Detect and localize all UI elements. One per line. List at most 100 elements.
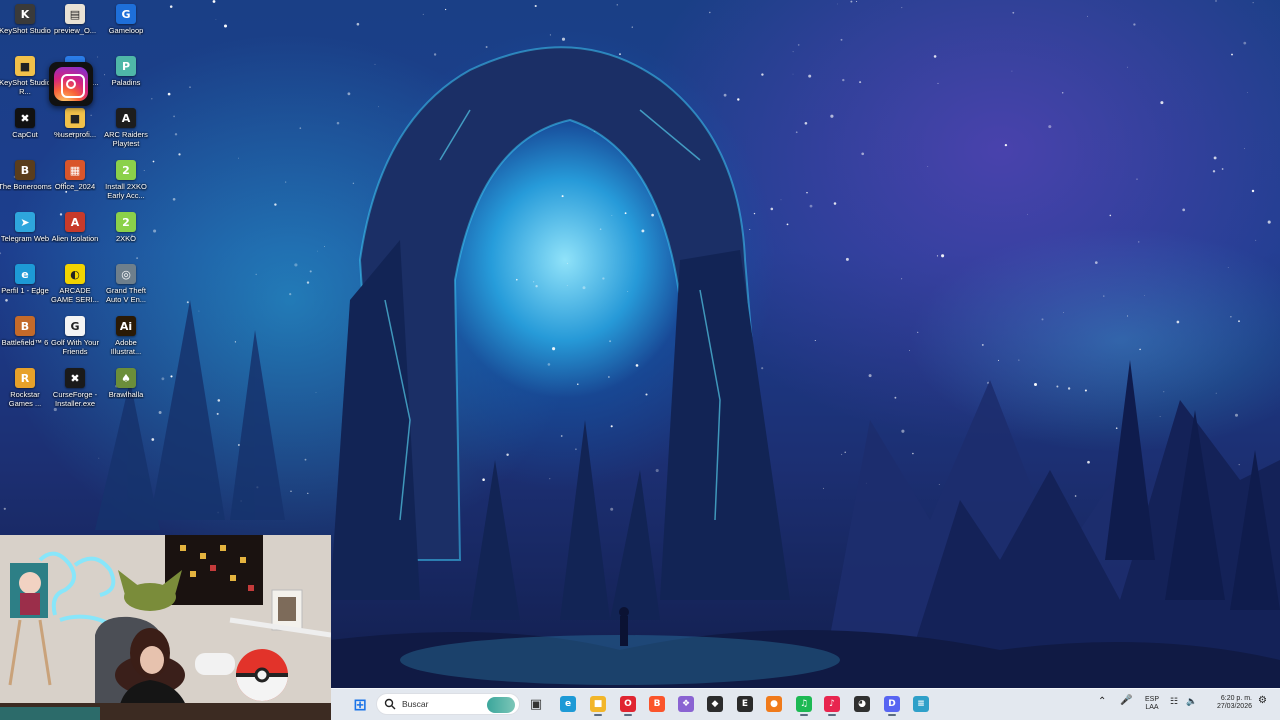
taskbar-start-button[interactable]: ⊞ [348, 692, 372, 716]
paladins-icon: P [116, 56, 136, 76]
tray-overflow-chevron-icon[interactable]: ⌃ [1098, 697, 1106, 707]
desktop-icon-label: Brawlhalla [108, 390, 144, 399]
tiktok-icon: ♪ [824, 696, 840, 712]
taskbar-opera-button[interactable]: O [616, 692, 640, 716]
brawlhalla-icon: ♠ [116, 368, 136, 388]
desktop-icon-keyshot-studio[interactable]: K KeyShot Studio [0, 4, 51, 54]
desktop-icon-the-bonerooms[interactable]: B The Bonerooms [0, 160, 52, 210]
instagram-icon[interactable] [49, 62, 93, 106]
userprofile-icon: ■ [65, 108, 85, 128]
taskbar-notepad-button[interactable]: ≡ [909, 692, 933, 716]
desktop-icon-capcut[interactable]: ✖ CapCut [0, 108, 50, 158]
webcam-feed [0, 535, 331, 720]
desktop-icon-arcade-game-series[interactable]: ◐ ARCADE GAME SERI... [50, 264, 100, 314]
clock[interactable]: 6:20 p. m. 27/03/2026 [1204, 695, 1252, 711]
desktop-icon-label: CapCut [12, 130, 38, 139]
preview-icon: ▤ [65, 4, 85, 24]
copilot-icon: ❖ [678, 696, 694, 712]
discord-icon: D [884, 696, 900, 712]
taskbar-app-cube-button[interactable]: ◆ [703, 692, 727, 716]
desktop-icon-label: Adobe Illustrat... [110, 338, 142, 356]
alien-isolation-icon: A [65, 212, 85, 232]
language-line1: ESP [1144, 696, 1159, 703]
opera-icon: O [620, 696, 636, 712]
edge-icon: e [560, 696, 576, 712]
taskbar-spotify-button[interactable]: ♫ [792, 692, 816, 716]
desktop-icon-label: Telegram Web [0, 234, 50, 243]
clock-date: 27/03/2026 [1216, 703, 1252, 710]
desktop-icon-keyshot-studio-r[interactable]: ■ KeyShot Studio R... [0, 56, 51, 106]
taskbar-tiktok-button[interactable]: ♪ [820, 692, 844, 716]
language-indicator[interactable]: ESP LAA [1142, 696, 1162, 712]
arcade-game-series-icon: ◐ [65, 264, 85, 284]
microphone-icon[interactable]: 🎤 [1120, 696, 1132, 706]
battlefield-6-icon: B [15, 316, 35, 336]
desktop-icon-perfil-edge[interactable]: e Perfil 1 - Edge [0, 264, 50, 314]
start-icon: ⊞ [353, 694, 367, 714]
epic-games-icon: E [737, 696, 753, 712]
arc-raiders-icon: A [116, 108, 136, 128]
adobe-illustrator-icon: Ai [116, 316, 136, 336]
desktop-icon-label: Golf With Your Friends [51, 338, 99, 356]
search-placeholder: Buscar [402, 699, 429, 709]
app-cube-icon: ◆ [707, 696, 723, 712]
desktop-icon-arc-raiders[interactable]: A ARC Raiders Playtest [101, 108, 151, 158]
golf-with-friends-icon: G [65, 316, 85, 336]
desktop-icon-label: preview_O... [53, 26, 97, 35]
desktop-icon-office-2024[interactable]: ▦ Office_2024 [50, 160, 100, 210]
desktop-icon-preview[interactable]: ▤ preview_O... [50, 4, 100, 54]
clock-time: 6:20 p. m. [1220, 695, 1252, 702]
desktop-icon-gta-v[interactable]: ◎ Grand Theft Auto V En... [101, 264, 151, 314]
desktop-icon-battlefield-6[interactable]: B Battlefield™ 6 [0, 316, 50, 366]
desktop-icon-label: The Bonerooms [0, 182, 52, 191]
desktop-icon-2xko[interactable]: 2 2XKO [101, 212, 151, 262]
desktop-icon-label: CurseForge - Installer.exe [52, 390, 98, 408]
taskbar-davinci-button[interactable]: ◕ [850, 692, 874, 716]
desktop-icon-adobe-illustrator[interactable]: Ai Adobe Illustrat... [101, 316, 151, 366]
desktop-icon-golf-with-friends[interactable]: G Golf With Your Friends [50, 316, 100, 366]
desktop-icon-install-2xko[interactable]: 2 Install 2XKO Early Acc... [101, 160, 151, 210]
taskbar-edge-button[interactable]: e [556, 692, 580, 716]
taskbar-file-explorer-button[interactable]: ■ [586, 692, 610, 716]
gameloop-icon: G [116, 4, 136, 24]
taskbar-app-orange-button[interactable]: ● [762, 692, 786, 716]
search-highlight-icon [487, 697, 515, 713]
capcut-icon: ✖ [15, 108, 35, 128]
desktop-icon-label: KeyShot Studio R... [0, 78, 51, 96]
search-icon [384, 698, 396, 710]
keyshot-studio-icon: K [15, 4, 35, 24]
app-orange-icon: ● [766, 696, 782, 712]
taskbar-epic-games-button[interactable]: E [733, 692, 757, 716]
brave-icon: B [649, 696, 665, 712]
desktop-icon-label: Alien Isolation [51, 234, 99, 243]
task-view-icon: ▣ [529, 696, 543, 712]
desktop-icon-label: Paladins [111, 78, 141, 87]
network-icon[interactable]: ☷ [1170, 697, 1178, 706]
taskbar-search-box[interactable]: Buscar [376, 693, 520, 715]
desktop-icon-gameloop[interactable]: G Gameloop [101, 4, 151, 54]
desktop-icon-label: ARCADE GAME SERI... [51, 286, 99, 304]
desktop-icon-userprofile[interactable]: ■ %userprofi... [50, 108, 100, 158]
desktop-icon-brawlhalla[interactable]: ♠ Brawlhalla [101, 368, 151, 418]
desktop-icon-paladins[interactable]: P Paladins [101, 56, 151, 106]
taskbar-discord-button[interactable]: D [880, 692, 904, 716]
davinci-icon: ◕ [854, 696, 870, 712]
install-2xko-icon: 2 [116, 160, 136, 180]
taskbar-task-view-button[interactable]: ▣ [524, 692, 548, 716]
notification-icon[interactable]: ⚙ [1258, 696, 1267, 706]
desktop-icon-rockstar-games[interactable]: R Rockstar Games ... [0, 368, 50, 418]
taskbar-copilot-button[interactable]: ❖ [674, 692, 698, 716]
2xko-icon: 2 [116, 212, 136, 232]
file-explorer-icon: ■ [590, 696, 606, 712]
curseforge-icon: ✖ [65, 368, 85, 388]
volume-icon[interactable]: 🔈 [1186, 697, 1197, 706]
taskbar-brave-button[interactable]: B [645, 692, 669, 716]
rockstar-games-icon: R [15, 368, 35, 388]
desktop-icon-curseforge[interactable]: ✖ CurseForge - Installer.exe [50, 368, 100, 418]
desktop-icon-label: ARC Raiders Playtest [104, 130, 148, 148]
desktop-icon-telegram-web[interactable]: ➤ Telegram Web [0, 212, 50, 262]
desktop-icon-label: 2XKO [115, 234, 136, 243]
gta-v-icon: ◎ [116, 264, 136, 284]
telegram-web-icon: ➤ [15, 212, 35, 232]
desktop-icon-alien-isolation[interactable]: A Alien Isolation [50, 212, 100, 262]
